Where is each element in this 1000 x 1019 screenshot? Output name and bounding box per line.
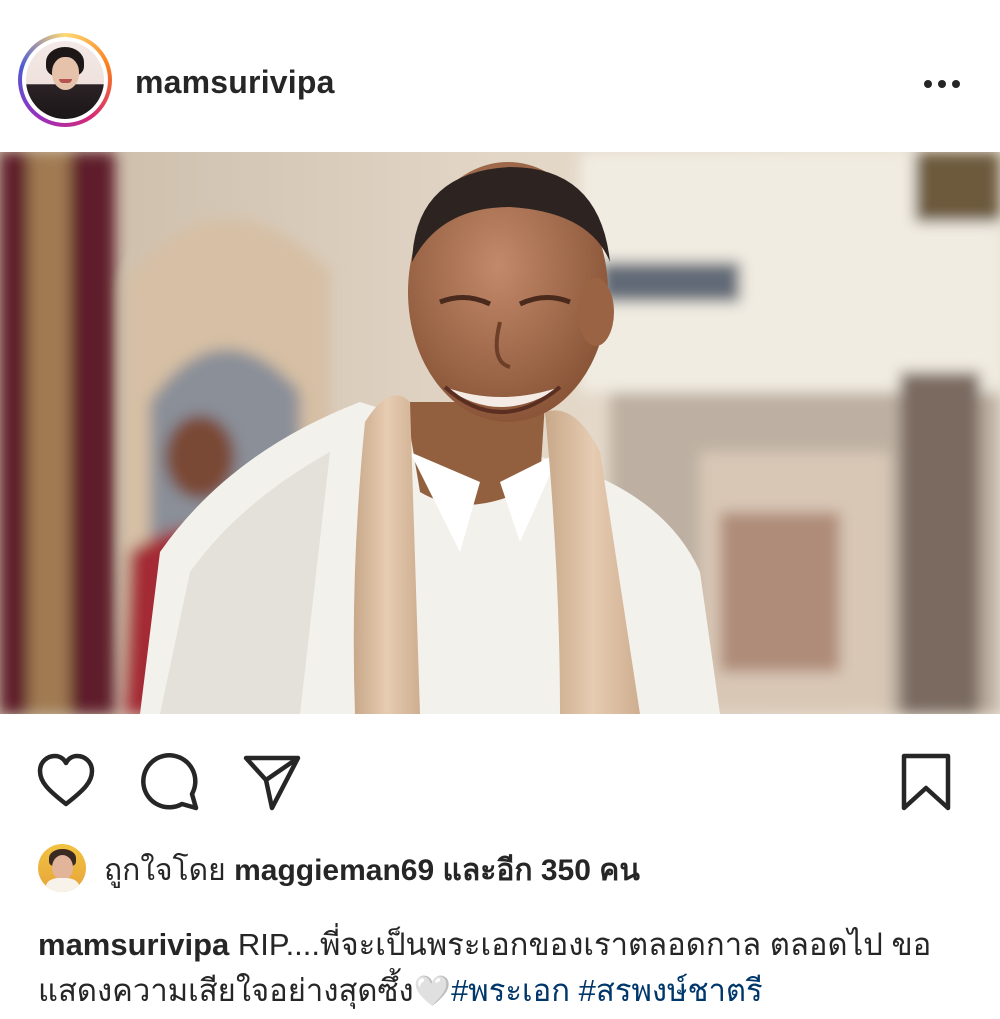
- avatar[interactable]: [26, 41, 104, 119]
- liker-avatar-body: [46, 878, 79, 892]
- liker-avatar[interactable]: [38, 844, 86, 892]
- post-caption: mamsurivipa RIP....พี่จะเป็นพระเอกของเรา…: [38, 922, 978, 1015]
- post-header: mamsurivipa: [0, 0, 1000, 152]
- post-username[interactable]: mamsurivipa: [135, 61, 335, 103]
- send-icon[interactable]: [240, 750, 304, 814]
- likes-row: ถูกใจโดย maggieman69 และอีก 350 คน: [0, 836, 1000, 906]
- more-dot: [952, 80, 960, 88]
- likes-prefix: ถูกใจโดย: [104, 854, 226, 887]
- post-photo-illustration: [0, 152, 1000, 714]
- hashtag[interactable]: #สรพงษ์ชาตรี: [579, 973, 763, 1008]
- likes-text[interactable]: ถูกใจโดย maggieman69 และอีก 350 คน: [104, 851, 640, 891]
- likes-and-more: และอีก: [442, 854, 533, 887]
- liker-username[interactable]: maggieman69: [234, 854, 434, 887]
- bookmark-icon[interactable]: [894, 750, 958, 814]
- hashtag[interactable]: #พระเอก: [451, 973, 570, 1008]
- more-dot: [924, 80, 932, 88]
- heart-icon[interactable]: [34, 750, 98, 814]
- comment-icon[interactable]: [138, 750, 202, 814]
- post-photo[interactable]: [0, 152, 1000, 714]
- avatar-face: [52, 57, 79, 90]
- more-dot: [938, 80, 946, 88]
- caption-username[interactable]: mamsurivipa: [38, 927, 229, 962]
- white-heart-emoji: 🤍: [413, 975, 452, 1008]
- liker-avatar-face: [52, 855, 73, 880]
- avatar-smile: [59, 79, 72, 83]
- more-horizontal-icon[interactable]: [918, 68, 966, 98]
- likes-unit: คน: [599, 854, 640, 887]
- story-ring[interactable]: [18, 33, 112, 127]
- likes-count[interactable]: 350: [541, 854, 591, 887]
- post-actions: [0, 714, 1000, 834]
